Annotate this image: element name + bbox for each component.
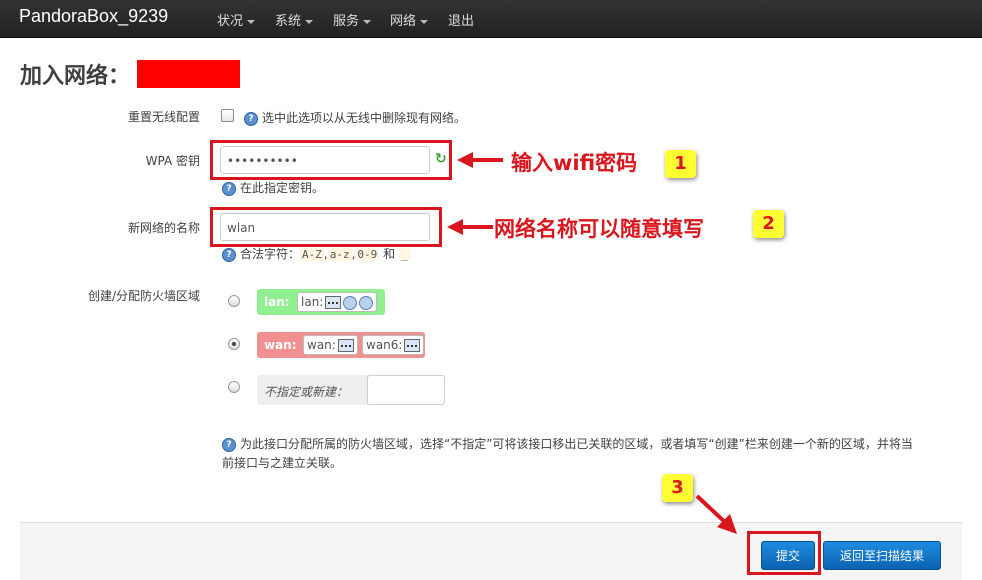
zone-lan-name: lan: <box>264 295 290 309</box>
zone-wan-radio[interactable] <box>228 338 240 350</box>
brand-title[interactable]: PandoraBox_9239 <box>19 6 168 27</box>
zone-new-radio[interactable] <box>228 381 240 393</box>
zone-lan-iface: lan: <box>297 292 378 312</box>
wpa-help: ? 在此指定密钥。 <box>222 179 324 196</box>
help-icon: ? <box>244 111 258 126</box>
arrow-icon <box>447 219 493 235</box>
zone-label: 创建/分配防火墙区域 <box>87 289 200 303</box>
zone-help: ? 为此接口分配所属的防火墙区域，选择“不指定”可将该接口移出已关联的区域，或者填… <box>222 437 913 470</box>
menu-system[interactable]: 系统 <box>275 10 314 29</box>
step-badge-1: 1 <box>665 150 696 178</box>
help-icon: ? <box>222 247 236 262</box>
chevron-down-icon <box>305 19 314 24</box>
zone-wan-iface: wan: <box>303 335 358 355</box>
menu-status[interactable]: 状况 <box>217 10 256 29</box>
zone-wan[interactable]: wan: wan: wan6: <box>257 332 425 358</box>
zone-new: 不指定或新建： <box>257 375 445 405</box>
reset-checkbox[interactable] <box>221 109 234 122</box>
netname-help: ? 合法字符： A-Z, a-z, 0-9 和 _ <box>222 245 410 262</box>
menu-services[interactable]: 服务 <box>333 10 372 29</box>
redaction-box <box>137 60 240 88</box>
zone-wan-name: wan: <box>264 338 297 352</box>
wifi-icon <box>343 295 358 310</box>
back-to-scan-button[interactable]: 返回至扫描结果 <box>823 541 941 570</box>
reset-label: 重置无线配置 <box>127 110 200 124</box>
chevron-down-icon <box>247 19 256 24</box>
ethernet-icon <box>337 339 354 352</box>
netname-annotation: 网络名称可以随意填写 <box>494 217 704 241</box>
ethernet-icon <box>325 296 342 309</box>
submit-highlight-box <box>747 531 821 575</box>
zone-lan[interactable]: lan: lan: <box>257 289 385 315</box>
wifi-icon <box>359 295 374 310</box>
netname-highlight-box <box>210 207 442 247</box>
help-icon: ? <box>222 181 236 196</box>
step-badge-3: 3 <box>662 474 693 502</box>
netname-label: 新网络的名称 <box>127 221 200 235</box>
zone-new-label: 不指定或新建： <box>264 385 349 399</box>
arrow-icon <box>695 494 737 534</box>
step-badge-2: 2 <box>753 210 784 238</box>
zone-new-input[interactable] <box>367 375 445 405</box>
arrow-icon <box>457 152 503 168</box>
ethernet-icon <box>404 339 421 352</box>
menu-network[interactable]: 网络 <box>390 10 429 29</box>
menu-logout[interactable]: 退出 <box>448 10 474 29</box>
top-navbar: PandoraBox_9239 状况 系统 服务 网络 退出 <box>0 0 982 38</box>
chevron-down-icon <box>363 19 372 24</box>
zone-lan-radio[interactable] <box>228 295 240 307</box>
chevron-down-icon <box>420 19 429 24</box>
help-icon: ? <box>222 437 236 452</box>
reset-help: ? 选中此选项以从无线中删除现有网络。 <box>244 109 466 126</box>
zone-wan6-iface: wan6: <box>362 335 425 355</box>
wpa-annotation: 输入wifi密码 <box>511 151 638 175</box>
wpa-highlight-box <box>210 140 452 180</box>
wpa-label: WPA 密钥 <box>145 154 200 168</box>
page-title: 加入网络： <box>20 64 131 89</box>
